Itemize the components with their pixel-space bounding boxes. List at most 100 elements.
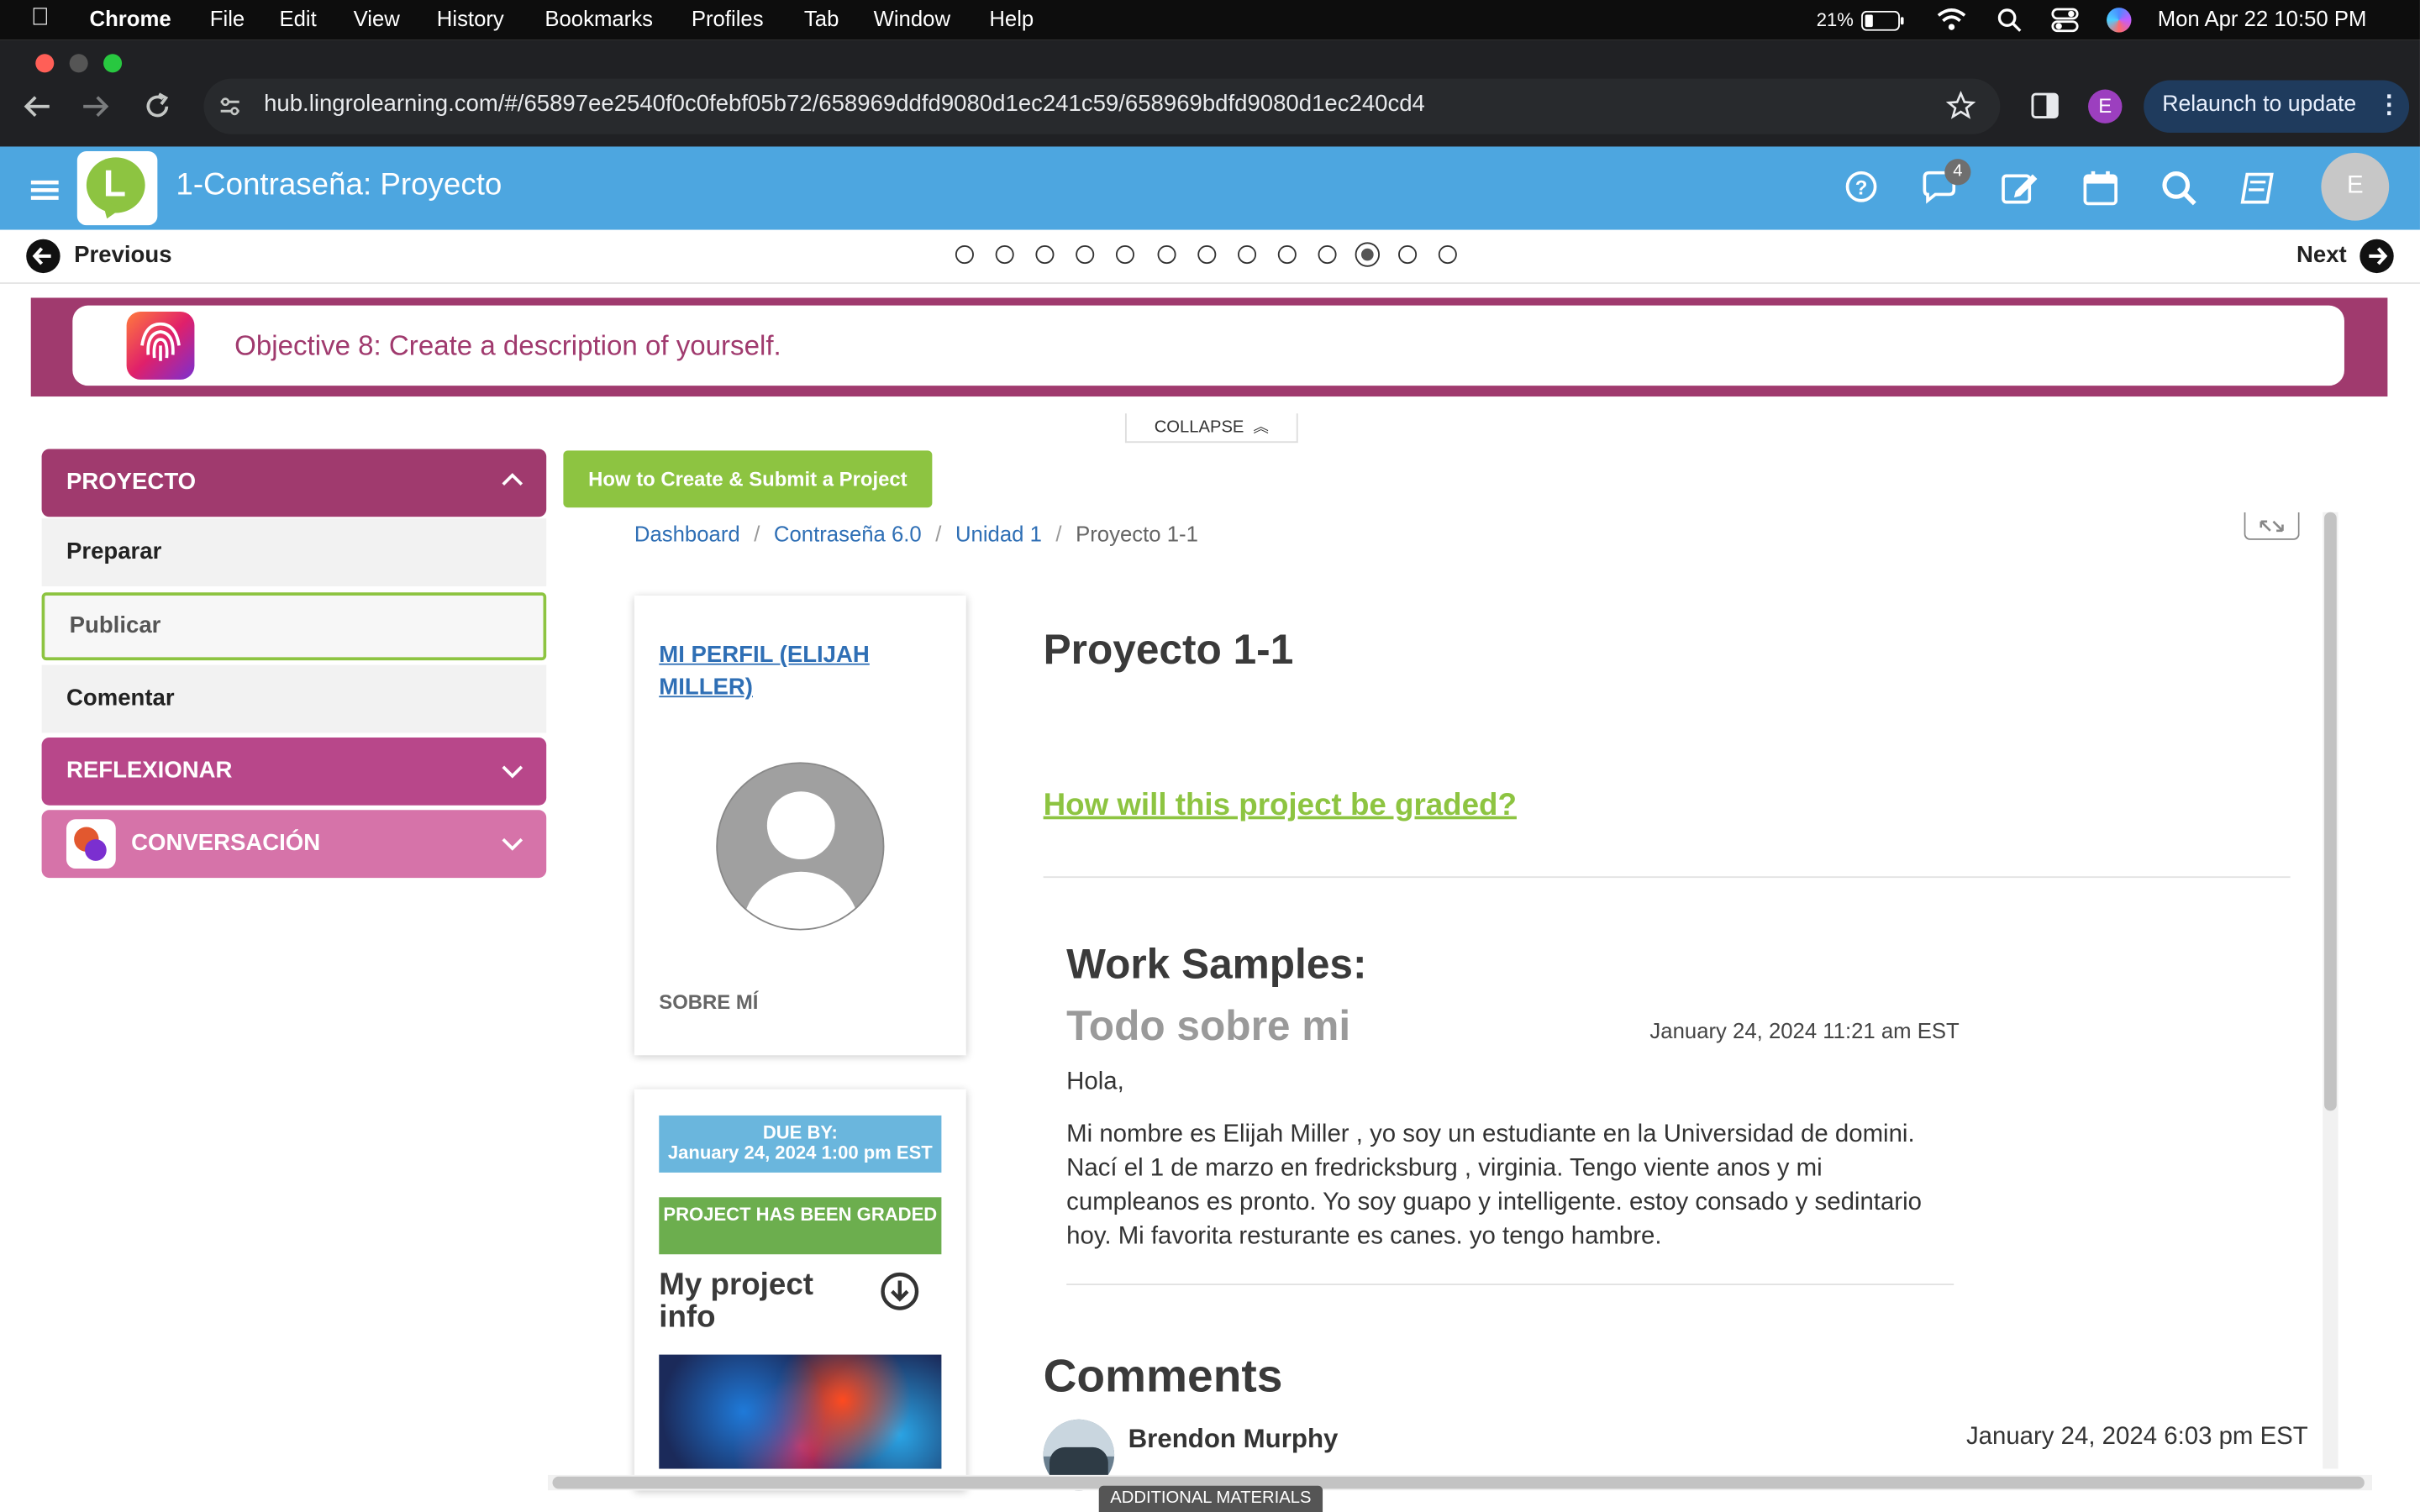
- profile-avatar[interactable]: E: [2088, 89, 2123, 123]
- control-center-icon[interactable]: [2051, 8, 2079, 33]
- menu-view[interactable]: View: [354, 6, 400, 30]
- bookmark-star-icon[interactable]: [1946, 91, 1975, 120]
- user-avatar[interactable]: E: [2321, 152, 2390, 221]
- step-dot-6[interactable]: [1156, 245, 1176, 265]
- window-minimize-button[interactable]: [69, 54, 88, 73]
- expand-icon[interactable]: [2244, 512, 2300, 540]
- menu-window[interactable]: Window: [874, 6, 950, 30]
- battery-icon[interactable]: [1861, 10, 1904, 31]
- back-icon[interactable]: [22, 92, 53, 120]
- previous-button[interactable]: Previous: [74, 242, 171, 268]
- graded-status-badge: PROJECT HAS BEEN GRADED: [659, 1197, 942, 1255]
- menu-icon[interactable]: [30, 179, 59, 201]
- menu-edit[interactable]: Edit: [279, 6, 316, 30]
- menu-help[interactable]: Help: [989, 6, 1034, 30]
- logo-letter: L: [103, 163, 127, 206]
- sidebar-section-label: REFLEXIONAR: [66, 757, 233, 785]
- grading-link[interactable]: How will this project be graded?: [1044, 789, 1517, 824]
- work-sample-date: January 24, 2024 11:21 am EST: [1649, 1018, 1960, 1043]
- siri-icon[interactable]: [2107, 8, 2132, 33]
- vertical-scrollbar-thumb[interactable]: [2324, 512, 2337, 1111]
- step-dot-11[interactable]: [1355, 242, 1381, 267]
- menu-tab[interactable]: Tab: [804, 6, 839, 30]
- conversation-icon: [66, 819, 116, 869]
- forward-icon[interactable]: [81, 92, 112, 120]
- breadcrumb-current: Proyecto 1-1: [1076, 521, 1198, 547]
- sidebar-item-label: Preparar: [66, 538, 162, 565]
- step-dot-10[interactable]: [1318, 245, 1337, 265]
- apple-icon[interactable]: : [31, 5, 50, 33]
- battery-percent: 21%: [1816, 9, 1854, 31]
- menubar-datetime: Mon Apr 22 10:50 PM: [2157, 6, 2367, 31]
- arrow-right-icon[interactable]: [2358, 238, 2395, 275]
- menu-app-name[interactable]: Chrome: [90, 6, 171, 30]
- calendar-icon[interactable]: [2081, 168, 2123, 211]
- next-button[interactable]: Next: [2296, 242, 2347, 268]
- breadcrumb-unit[interactable]: Unidad 1: [955, 522, 1042, 546]
- due-date-box: DUE BY: January 24, 2024 1:00 pm EST: [659, 1115, 942, 1173]
- edit-icon[interactable]: [2000, 168, 2043, 211]
- sidebar-item-preparar[interactable]: Preparar: [41, 518, 547, 586]
- book-icon[interactable]: [2238, 168, 2281, 211]
- fingerprint-icon: [126, 312, 195, 380]
- svg-text:?: ?: [1855, 176, 1868, 199]
- menu-file[interactable]: File: [210, 6, 245, 30]
- menu-profiles[interactable]: Profiles: [692, 6, 764, 30]
- sidebar-section-proyecto[interactable]: PROYECTO: [41, 449, 547, 517]
- wifi-icon[interactable]: [1937, 8, 1966, 31]
- sidebar-item-comentar[interactable]: Comentar: [41, 664, 547, 733]
- relaunch-button[interactable]: Relaunch to update ⋮: [2144, 80, 2410, 133]
- window-close-button[interactable]: [35, 54, 55, 73]
- project-image[interactable]: [659, 1354, 942, 1469]
- breadcrumb-course[interactable]: Contraseña 6.0: [774, 522, 922, 546]
- help-icon[interactable]: ?: [1843, 168, 1886, 211]
- lingro-logo[interactable]: L: [76, 150, 158, 226]
- sidebar-section-reflexionar[interactable]: REFLEXIONAR: [41, 737, 547, 806]
- profile-avatar-placeholder: [716, 762, 885, 931]
- collapse-button[interactable]: COLLAPSE ︽: [1124, 413, 1298, 444]
- step-dot-12[interactable]: [1398, 245, 1418, 265]
- sidebar-item-publicar[interactable]: Publicar: [41, 592, 547, 661]
- due-date: January 24, 2024 1:00 pm EST: [667, 1142, 933, 1163]
- download-icon[interactable]: [880, 1271, 920, 1311]
- arrow-left-icon[interactable]: [24, 238, 61, 275]
- menu-bookmarks[interactable]: Bookmarks: [544, 6, 653, 30]
- macos-menubar:  Chrome File Edit View History Bookmark…: [0, 0, 2420, 40]
- about-me-label: SOBRE MÍ: [659, 990, 759, 1014]
- menu-history[interactable]: History: [437, 6, 504, 30]
- additional-materials-tab[interactable]: ADDITIONAL MATERIALS: [1098, 1485, 1323, 1512]
- objective-text: Objective 8: Create a description of you…: [234, 330, 781, 361]
- side-panel-icon[interactable]: [2031, 92, 2059, 119]
- breadcrumb-dashboard[interactable]: Dashboard: [634, 522, 740, 546]
- step-dot-9[interactable]: [1277, 245, 1297, 265]
- breadcrumb: Dashboard / Contraseña 6.0 / Unidad 1 / Proyec…: [634, 522, 1198, 546]
- sidebar-section-conversacion[interactable]: CONVERSACIÓN: [41, 810, 547, 879]
- step-dot-1[interactable]: [955, 245, 974, 265]
- due-label: DUE BY:: [762, 1121, 838, 1143]
- divider: [1066, 1284, 1954, 1285]
- how-to-submit-button[interactable]: How to Create & Submit a Project: [563, 450, 933, 508]
- divider: [1043, 876, 2291, 879]
- url-text[interactable]: hub.lingrolearning.com/#/65897ee2540f0c0…: [264, 91, 1425, 117]
- work-samples-heading: Work Samples:: [1066, 941, 1367, 988]
- comment-author: Brendon Murphy: [1128, 1424, 1339, 1454]
- step-dot-2[interactable]: [995, 245, 1014, 265]
- chevron-down-icon: [502, 837, 523, 851]
- kebab-menu-icon[interactable]: ⋮: [2377, 90, 2402, 121]
- reload-icon[interactable]: [142, 91, 173, 122]
- site-settings-icon[interactable]: [218, 94, 242, 118]
- chat-badge: 4: [1944, 159, 1971, 186]
- step-dot-7[interactable]: [1197, 245, 1216, 265]
- horizontal-scrollbar-thumb[interactable]: [552, 1476, 2365, 1489]
- chevron-down-icon: [502, 765, 523, 779]
- chevron-up-icon: ︽: [1253, 419, 1269, 437]
- search-icon[interactable]: [2160, 168, 2202, 211]
- profile-link[interactable]: MI PERFIL (ELIJAH MILLER): [659, 638, 921, 703]
- my-project-info-heading: My project info: [659, 1268, 813, 1335]
- search-icon[interactable]: [1997, 8, 2022, 32]
- sidebar-item-label: Comentar: [66, 685, 175, 711]
- comment-date: January 24, 2024 6:03 pm EST: [1965, 1424, 2308, 1451]
- window-zoom-button[interactable]: [103, 54, 123, 73]
- breadcrumb-separator: /: [754, 521, 760, 547]
- step-dot-8[interactable]: [1237, 245, 1256, 265]
